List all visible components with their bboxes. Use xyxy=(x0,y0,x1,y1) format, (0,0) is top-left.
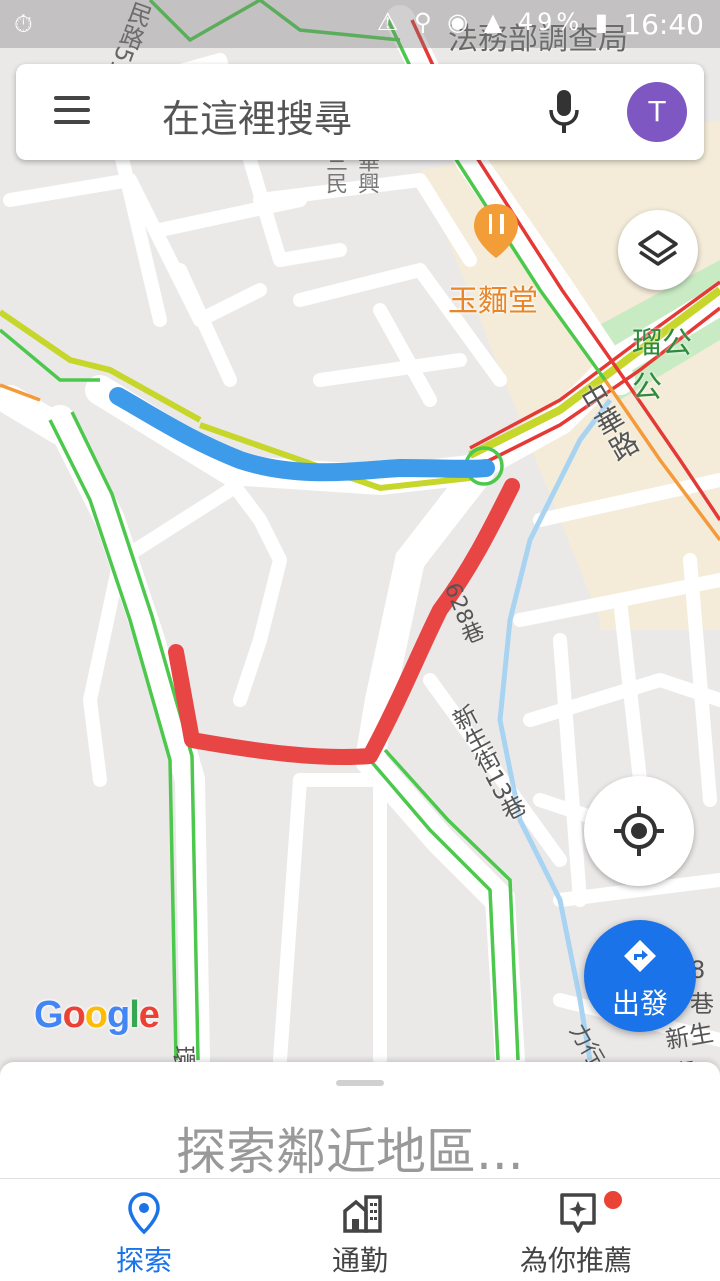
directions-button[interactable]: 出發 xyxy=(584,920,696,1032)
status-clock: 16:40 xyxy=(623,8,704,41)
crosshair-icon xyxy=(614,806,664,856)
account-avatar[interactable]: T xyxy=(627,82,687,142)
area-label-liugong: 瑠公公 xyxy=(632,326,692,405)
poi-label-restaurant[interactable]: 玉麵堂 xyxy=(448,276,538,320)
menu-icon[interactable] xyxy=(54,96,90,126)
explore-sheet[interactable]: 探索鄰近地區... xyxy=(0,1062,720,1181)
google-logo: Google xyxy=(34,994,160,1036)
bottom-navigation: 探索 通勤 為你推薦 xyxy=(0,1178,720,1281)
for-you-icon xyxy=(560,1193,596,1233)
tab-for-you-label: 為你推薦 xyxy=(519,1244,632,1277)
pin-icon xyxy=(128,1192,160,1235)
status-bar: ⏱ ⚠ ⚲ ◉ ▲ 49% ▮ 16:40 xyxy=(0,0,720,48)
explore-nearby-text[interactable]: 探索鄰近地區... xyxy=(176,1112,524,1184)
search-bar[interactable]: 在這裡搜尋 T xyxy=(16,64,704,160)
timer-icon: ⏱ xyxy=(14,10,33,38)
tab-explore[interactable]: 探索 xyxy=(24,1179,264,1281)
layers-button[interactable] xyxy=(618,210,698,290)
microphone-icon[interactable] xyxy=(546,88,582,136)
directions-label: 出發 xyxy=(611,987,668,1020)
tab-commute[interactable]: 通勤 xyxy=(240,1179,480,1281)
tab-explore-label: 探索 xyxy=(115,1244,172,1277)
search-input[interactable]: 在這裡搜尋 xyxy=(162,88,352,143)
tab-for-you[interactable]: 為你推薦 xyxy=(456,1179,696,1281)
directions-icon xyxy=(624,940,656,972)
tab-commute-label: 通勤 xyxy=(331,1244,388,1277)
status-icons: ⚠ ⚲ ◉ ▲ 49% ▮ xyxy=(376,8,612,36)
layers-icon xyxy=(638,230,678,266)
commute-icon xyxy=(343,1195,382,1233)
notification-badge xyxy=(602,1189,624,1211)
sheet-drag-handle[interactable] xyxy=(336,1080,384,1086)
my-location-button[interactable] xyxy=(584,776,694,886)
